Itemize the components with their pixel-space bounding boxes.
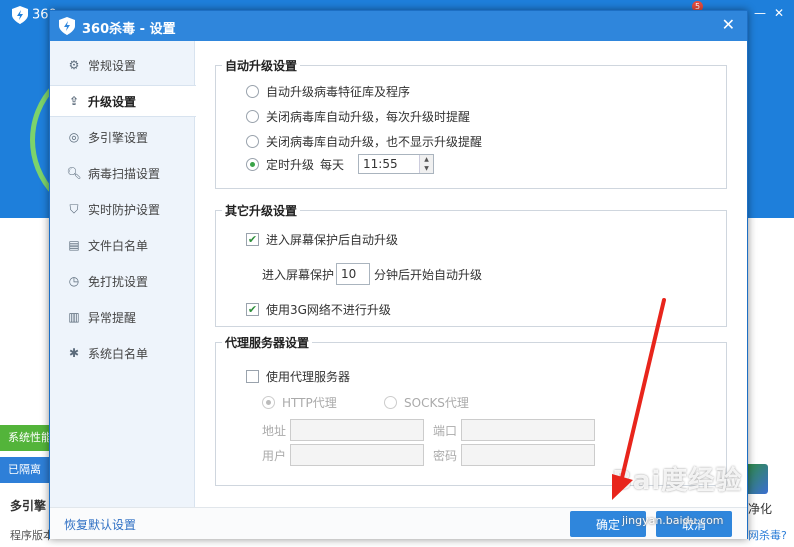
upload-icon: ⇪ — [68, 94, 80, 108]
sidebar-item-system-whitelist[interactable]: ✱ 系统白名单 — [50, 337, 195, 369]
user-input[interactable] — [290, 444, 424, 466]
radio-button-selected[interactable] — [262, 396, 275, 409]
sidebar-item-file-whitelist[interactable]: ▤ 文件白名单 — [50, 229, 195, 261]
settings-sidebar: ⚙ 常规设置 ⇪ 升级设置 ◎ 多引擎设置 🔍︎ 病毒扫描设置 ⛉ 实时防护设置 ▤ 文件白… — [50, 41, 196, 507]
checkbox-checked[interactable]: ✔ — [246, 303, 259, 316]
radio-http-proxy[interactable]: HTTP代理 — [262, 394, 337, 411]
screensaver-delay-row: 进入屏幕保护 10 分钟后开始自动升级 — [262, 263, 482, 285]
sidebar-item-label: 病毒扫描设置 — [88, 166, 161, 181]
auto-upgrade-legend: 自动升级设置 — [225, 59, 298, 73]
sidebar-item-label: 常规设置 — [88, 58, 137, 73]
checkbox-no-3g-upgrade[interactable]: ✔ 使用3G网络不进行升级 — [246, 301, 391, 318]
sidebar-item-label: 文件白名单 — [88, 238, 149, 253]
tools-icon: ✱ — [68, 346, 80, 360]
app-logo-icon — [59, 17, 75, 35]
password-input[interactable] — [461, 444, 595, 466]
address-input[interactable] — [290, 419, 424, 441]
schedule-time-spinner[interactable]: 11:55 ▲ ▼ — [358, 154, 434, 174]
file-icon: ▤ — [68, 238, 80, 252]
sidebar-item-label: 异常提醒 — [88, 310, 137, 325]
proxy-legend: 代理服务器设置 — [225, 336, 310, 350]
sidebar-item-label: 升级设置 — [88, 94, 137, 109]
address-row: 地址 端口 — [262, 419, 595, 441]
background-bottom-link[interactable]: 网杀毒? — [748, 527, 787, 543]
radio-scheduled-upgrade[interactable]: 定时升级 每天 — [246, 156, 344, 173]
checkbox-unchecked[interactable] — [246, 370, 259, 383]
delay-minutes-input[interactable]: 10 — [336, 263, 371, 285]
schedule-frequency-label: 每天 — [320, 158, 345, 172]
sidebar-item-realtime-protection[interactable]: ⛉ 实时防护设置 — [50, 193, 195, 225]
checkbox-checked[interactable]: ✔ — [246, 233, 259, 246]
sidebar-item-general[interactable]: ⚙ 常规设置 — [50, 49, 195, 81]
chart-icon: ▥ — [68, 310, 80, 324]
background-close-icon[interactable]: ✕ — [774, 6, 784, 20]
restore-defaults-link[interactable]: 恢复默认设置 — [64, 516, 136, 533]
gear-icon: ⚙ — [68, 58, 80, 72]
radio-silent-disable[interactable]: 关闭病毒库自动升级，也不显示升级提醒 — [246, 133, 482, 150]
radio-button[interactable] — [246, 135, 259, 148]
port-label: 端口 — [433, 423, 458, 438]
engine-icon: ◎ — [68, 130, 80, 144]
background-clean-label[interactable]: 净化 — [748, 500, 772, 517]
sidebar-item-alerts[interactable]: ▥ 异常提醒 — [50, 301, 195, 333]
background-tab-performance[interactable]: 系统性能 — [0, 425, 50, 451]
spin-up-icon[interactable]: ▲ — [420, 155, 433, 164]
address-label: 地址 — [262, 423, 287, 438]
background-minimize-icon[interactable]: — — [754, 6, 766, 20]
app-logo-icon — [12, 6, 28, 24]
credentials-row: 用户 密码 — [262, 444, 595, 466]
watermark-logo: Bai度经验 — [612, 466, 743, 496]
radio-socks-proxy[interactable]: SOCKS代理 — [384, 394, 469, 411]
radio-button-selected[interactable] — [246, 158, 259, 171]
watermark-url: jingyan.baidu.com — [622, 514, 724, 527]
search-icon: 🔍︎ — [66, 166, 82, 180]
spinner-arrows[interactable]: ▲ ▼ — [419, 155, 433, 173]
radio-button[interactable] — [384, 396, 397, 409]
sidebar-item-upgrade[interactable]: ⇪ 升级设置 — [50, 85, 196, 117]
radio-auto-upgrade[interactable]: 自动升级病毒特征库及程序 — [246, 83, 410, 100]
radio-button[interactable] — [246, 85, 259, 98]
schedule-time-value: 11:55 — [363, 157, 398, 171]
close-icon[interactable]: ✕ — [722, 15, 735, 34]
spin-down-icon[interactable]: ▼ — [420, 164, 433, 173]
password-label: 密码 — [433, 448, 458, 463]
sidebar-item-label: 系统白名单 — [88, 346, 149, 361]
dialog-titlebar[interactable]: 360杀毒 - 设置 ✕ — [50, 11, 747, 41]
shield-icon: ⛉ — [69, 201, 79, 216]
sidebar-item-do-not-disturb[interactable]: ◷ 免打扰设置 — [50, 265, 195, 297]
dialog-title: 360杀毒 - 设置 — [82, 22, 176, 37]
sidebar-item-label: 多引擎设置 — [88, 130, 149, 145]
background-tab-quarantine[interactable]: 已隔离 — [0, 457, 50, 483]
checkbox-use-proxy[interactable]: 使用代理服务器 — [246, 368, 350, 385]
sidebar-item-multi-engine[interactable]: ◎ 多引擎设置 — [50, 121, 195, 153]
sidebar-item-label: 实时防护设置 — [88, 202, 161, 217]
background-version-label: 程序版本 — [10, 529, 50, 542]
radio-notify-upgrade[interactable]: 关闭病毒库自动升级，每次升级时提醒 — [246, 108, 470, 125]
background-engine-label: 多引擎 — [10, 499, 47, 513]
user-label: 用户 — [262, 448, 287, 463]
sidebar-item-label: 免打扰设置 — [88, 274, 149, 289]
other-upgrade-legend: 其它升级设置 — [225, 204, 298, 218]
sidebar-item-virus-scan[interactable]: 🔍︎ 病毒扫描设置 — [50, 157, 195, 189]
checkbox-screensaver-upgrade[interactable]: ✔ 进入屏幕保护后自动升级 — [246, 231, 398, 248]
clock-icon: ◷ — [68, 274, 80, 288]
radio-button[interactable] — [246, 110, 259, 123]
port-input[interactable] — [461, 419, 595, 441]
settings-content: 自动升级设置 自动升级病毒特征库及程序 关闭病毒库自动升级，每次升级时提醒 关闭… — [196, 41, 747, 507]
